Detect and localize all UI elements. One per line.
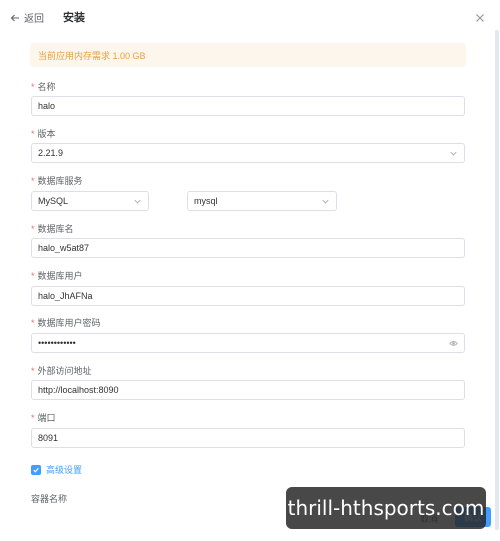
- external-url-value: http://localhost:8090: [38, 385, 119, 395]
- required-mark: *: [31, 129, 35, 139]
- checkbox-checked-icon[interactable]: [31, 464, 41, 475]
- chevron-down-icon: [134, 199, 141, 203]
- port-input[interactable]: 8091: [31, 428, 465, 448]
- db-name-label: * 数据库名: [31, 222, 74, 235]
- name-label: * 名称: [31, 80, 56, 93]
- scrollbar[interactable]: [495, 30, 499, 530]
- db-user-label-text: 数据库用户: [37, 271, 83, 281]
- db-name-input[interactable]: halo_w5at87: [31, 238, 465, 258]
- close-icon: [476, 14, 484, 22]
- db-user-value: halo_JhAFNa: [38, 291, 93, 301]
- required-mark: *: [31, 366, 35, 376]
- required-mark: *: [31, 318, 35, 328]
- required-mark: *: [31, 271, 35, 281]
- memory-alert: 当前应用内存需求 1.00 GB: [30, 43, 466, 67]
- back-label: 返回: [24, 14, 44, 25]
- external-url-label: * 外部访问地址: [31, 364, 92, 377]
- close-button[interactable]: [475, 10, 485, 22]
- eye-icon[interactable]: [449, 339, 458, 348]
- db-service-label: * 数据库服务: [31, 174, 83, 187]
- db-password-input[interactable]: ••••••••••••: [31, 333, 465, 353]
- chevron-down-icon: [322, 199, 329, 203]
- db-password-label-text: 数据库用户密码: [37, 318, 101, 328]
- port-label: * 端口: [31, 411, 56, 424]
- version-label: * 版本: [31, 127, 56, 140]
- external-url-label-text: 外部访问地址: [37, 366, 92, 376]
- required-mark: *: [31, 176, 35, 186]
- required-mark: *: [31, 224, 35, 234]
- name-label-text: 名称: [37, 82, 56, 92]
- header: 返回 安装: [0, 0, 500, 32]
- db-password-label: * 数据库用户密码: [31, 316, 101, 329]
- db-user-input[interactable]: halo_JhAFNa: [31, 286, 465, 306]
- db-service-label-text: 数据库服务: [37, 176, 83, 186]
- external-url-input[interactable]: http://localhost:8090: [31, 380, 465, 400]
- advanced-settings-checkbox[interactable]: 高级设置: [31, 463, 82, 476]
- db-instance-select[interactable]: mysql: [187, 191, 337, 211]
- arrow-left-icon: [10, 14, 19, 21]
- watermark: thrill-hthsports.com: [286, 487, 486, 529]
- install-panel: 返回 安装 当前应用内存需求 1.00 GB * 名称 halo * 版本 2.21…: [0, 0, 500, 541]
- back-button[interactable]: 返回: [10, 10, 44, 25]
- db-instance-value: mysql: [194, 196, 218, 206]
- advanced-settings-label: 高级设置: [46, 465, 83, 475]
- page-title: 安装: [63, 12, 85, 24]
- name-value: halo: [38, 101, 56, 111]
- port-value: 8091: [38, 433, 59, 443]
- name-input[interactable]: halo: [31, 96, 465, 116]
- memory-alert-text: 当前应用内存需求 1.00 GB: [38, 51, 146, 61]
- watermark-text: thrill-hthsports.com: [287, 496, 485, 520]
- chevron-down-icon: [450, 151, 457, 155]
- db-password-value: ••••••••••••: [38, 338, 76, 348]
- port-label-text: 端口: [37, 413, 56, 423]
- required-mark: *: [31, 82, 35, 92]
- db-name-value: halo_w5at87: [38, 243, 90, 253]
- db-type-value: MySQL: [38, 196, 69, 206]
- required-mark: *: [31, 413, 35, 423]
- db-name-label-text: 数据库名: [37, 224, 74, 234]
- db-user-label: * 数据库用户: [31, 269, 83, 282]
- version-select[interactable]: 2.21.9: [31, 143, 465, 163]
- db-type-select[interactable]: MySQL: [31, 191, 149, 211]
- version-value: 2.21.9: [38, 148, 64, 158]
- container-name-label: 容器名称: [31, 494, 68, 504]
- version-label-text: 版本: [37, 129, 56, 139]
